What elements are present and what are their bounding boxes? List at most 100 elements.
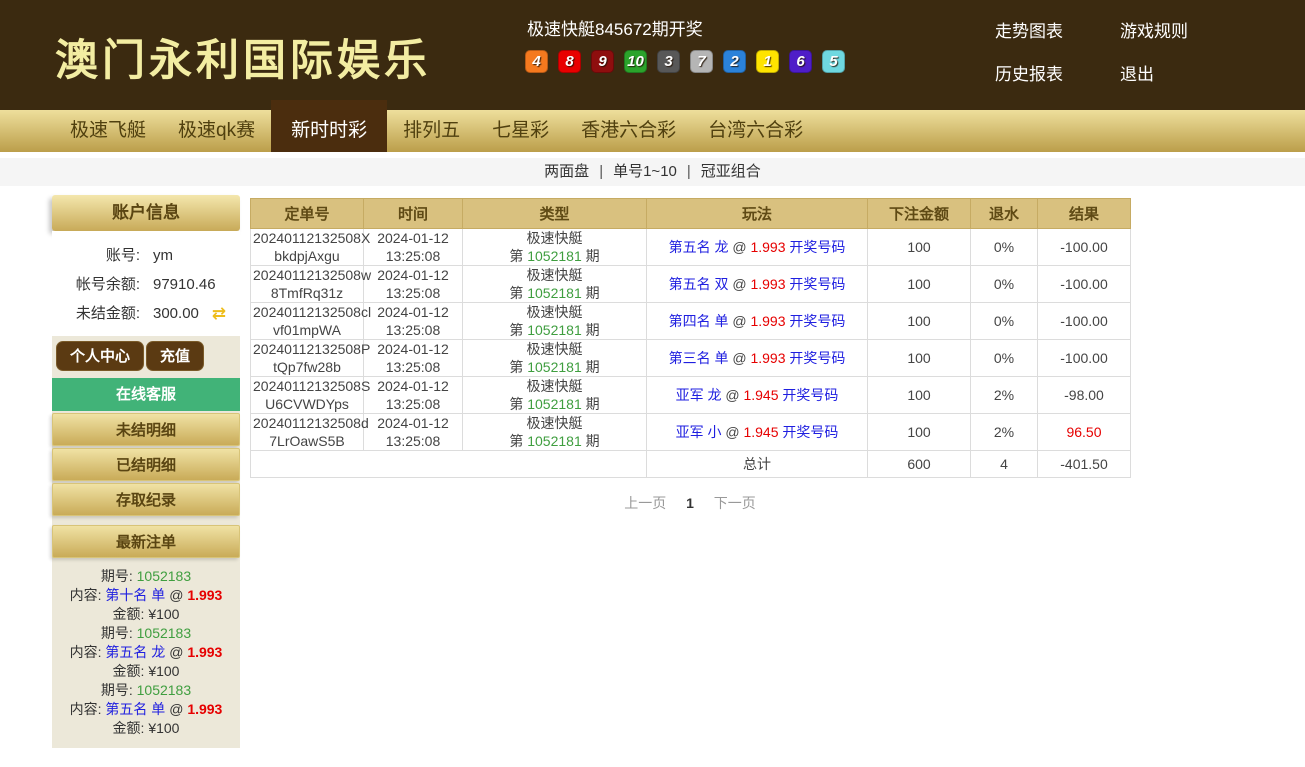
draw-numbers-link[interactable]: 开奖号码	[789, 276, 845, 292]
tab-jisuqksai[interactable]: 极速qk赛	[162, 110, 271, 152]
type-cell: 极速快艇第 1052181 期	[463, 414, 647, 451]
lottery-ball: 4	[525, 50, 548, 73]
amount-cell: 100	[868, 377, 971, 414]
col-type: 类型	[463, 199, 647, 229]
total-rebate-cell: 4	[971, 451, 1038, 478]
play-link[interactable]: 亚军 龙	[676, 387, 722, 403]
game-rules-link[interactable]: 游戏规则	[1120, 17, 1188, 42]
main-content: 定单号 时间 类型 玩法 下注金额 退水 结果 20240112132508Xb…	[250, 198, 1130, 478]
bet-amount: ¥100	[148, 720, 179, 736]
tab-taiwanliuhecai[interactable]: 台湾六合彩	[692, 110, 819, 152]
account-balance-row: 帐号余额: 97910.46	[52, 270, 240, 299]
latest-bets-button[interactable]: 最新注单	[52, 525, 240, 558]
play-link[interactable]: 亚军 小	[676, 424, 722, 440]
recharge-button[interactable]: 充值	[146, 341, 204, 371]
refresh-icon[interactable]: ⇄	[212, 299, 226, 328]
username-value: ym	[153, 241, 173, 270]
draw-numbers-link[interactable]: 开奖号码	[789, 313, 845, 329]
lottery-ball: 3	[657, 50, 680, 73]
odds-value: 1.945	[743, 424, 778, 440]
draw-title: 极速快艇845672期开奖	[527, 15, 703, 40]
draw-result-balls: 4 8 9 10 3 7 2 1 6 5	[525, 50, 845, 73]
bet-play-link[interactable]: 第十名 单	[105, 587, 165, 603]
account-info-header[interactable]: 账户信息	[52, 195, 240, 231]
play-link[interactable]: 第五名 龙	[669, 239, 729, 255]
rebate-cell: 0%	[971, 266, 1038, 303]
rebate-cell: 0%	[971, 229, 1038, 266]
type-cell: 极速快艇第 1052181 期	[463, 340, 647, 377]
history-report-link[interactable]: 历史报表	[995, 60, 1063, 85]
lottery-ball: 10	[624, 50, 647, 73]
table-row: 20240112132508SU6CVWDYps 2024-01-1213:25…	[251, 377, 1131, 414]
lottery-ball: 7	[690, 50, 713, 73]
subnav-liangmianpan[interactable]: 两面盘	[544, 163, 589, 180]
col-result: 结果	[1038, 199, 1131, 229]
play-cell: 亚军 龙 @ 1.945 开奖号码	[647, 377, 868, 414]
play-cell: 第五名 龙 @ 1.993 开奖号码	[647, 229, 868, 266]
prev-page-button[interactable]: 上一页	[624, 495, 666, 511]
tab-jisufeiting[interactable]: 极速飞艇	[54, 110, 162, 152]
draw-numbers-link[interactable]: 开奖号码	[789, 239, 845, 255]
main-nav: 极速飞艇 极速qk赛 新时时彩 排列五 七星彩 香港六合彩 台湾六合彩	[0, 110, 1305, 152]
bet-play-link[interactable]: 第五名 龙	[105, 644, 165, 660]
order-id-cell: 20240112132508w8TmfRq31z	[251, 266, 364, 303]
unsettled-value: 300.00	[153, 299, 199, 328]
col-amount: 下注金额	[868, 199, 971, 229]
bet-content-line: 内容: 第五名 单 @ 1.993	[52, 700, 240, 719]
draw-numbers-link[interactable]: 开奖号码	[782, 424, 838, 440]
total-amount-cell: 600	[868, 451, 971, 478]
play-cell: 第三名 单 @ 1.993 开奖号码	[647, 340, 868, 377]
draw-numbers-link[interactable]: 开奖号码	[782, 387, 838, 403]
type-cell: 极速快艇第 1052181 期	[463, 303, 647, 340]
col-order-id: 定单号	[251, 199, 364, 229]
lottery-ball: 1	[756, 50, 779, 73]
trend-chart-link[interactable]: 走势图表	[995, 17, 1063, 42]
account-username-row: 账号: ym	[52, 241, 240, 270]
bet-amount-line: 金额: ¥100	[52, 605, 240, 624]
deposit-records-button[interactable]: 存取纪录	[52, 483, 240, 516]
odds-value: 1.993	[750, 350, 785, 366]
play-link[interactable]: 第四名 单	[669, 313, 729, 329]
bet-content-line: 内容: 第十名 单 @ 1.993	[52, 586, 240, 605]
rebate-cell: 2%	[971, 377, 1038, 414]
subnav-guanyazuhe[interactable]: 冠亚组合	[701, 163, 761, 180]
subnav-danhao[interactable]: 单号1~10	[613, 163, 677, 180]
unsettled-detail-button[interactable]: 未结明细	[52, 413, 240, 446]
sub-nav: 两面盘 | 单号1~10 | 冠亚组合	[0, 158, 1305, 186]
settled-detail-button[interactable]: 已结明细	[52, 448, 240, 481]
tab-xinshishicai[interactable]: 新时时彩	[271, 100, 387, 152]
tab-pailiewu[interactable]: 排列五	[387, 110, 476, 152]
bet-issue: 1052183	[137, 682, 192, 698]
lottery-ball: 5	[822, 50, 845, 73]
bet-play-link[interactable]: 第五名 单	[105, 701, 165, 717]
tab-qixingcai[interactable]: 七星彩	[476, 110, 565, 152]
header: 澳门永利国际娱乐 极速快艇845672期开奖 4 8 9 10 3 7 2 1 …	[0, 0, 1305, 110]
type-cell: 极速快艇第 1052181 期	[463, 377, 647, 414]
logout-link[interactable]: 退出	[1120, 60, 1154, 85]
tab-xianggangliuhecai[interactable]: 香港六合彩	[565, 110, 692, 152]
table-row: 20240112132508w8TmfRq31z 2024-01-1213:25…	[251, 266, 1131, 303]
online-service-button[interactable]: 在线客服	[52, 378, 240, 411]
sidebar-panel: 个人中心 充值 在线客服 未结明细 已结明细 存取纪录 最新注单 期号: 105…	[52, 336, 240, 748]
account-unsettled-row: 未结金额: 300.00 ⇄	[52, 299, 240, 328]
lottery-ball: 2	[723, 50, 746, 73]
subnav-separator: |	[687, 163, 691, 180]
table-total-row: 总计 600 4 -401.50	[251, 451, 1131, 478]
table-header-row: 定单号 时间 类型 玩法 下注金额 退水 结果	[251, 199, 1131, 229]
draw-numbers-link[interactable]: 开奖号码	[789, 350, 845, 366]
subnav-separator: |	[599, 163, 603, 180]
bet-amount: ¥100	[148, 663, 179, 679]
personal-center-button[interactable]: 个人中心	[56, 341, 144, 371]
rebate-cell: 2%	[971, 414, 1038, 451]
play-link[interactable]: 第三名 单	[669, 350, 729, 366]
amount-cell: 100	[868, 266, 971, 303]
amount-cell: 100	[868, 340, 971, 377]
order-id-cell: 20240112132508PtQp7fw28b	[251, 340, 364, 377]
play-link[interactable]: 第五名 双	[669, 276, 729, 292]
result-cell: -98.00	[1038, 377, 1131, 414]
total-result-cell: -401.50	[1038, 451, 1131, 478]
next-page-button[interactable]: 下一页	[714, 495, 756, 511]
bet-amount-line: 金额: ¥100	[52, 662, 240, 681]
current-page: 1	[686, 495, 694, 511]
result-cell: -100.00	[1038, 340, 1131, 377]
